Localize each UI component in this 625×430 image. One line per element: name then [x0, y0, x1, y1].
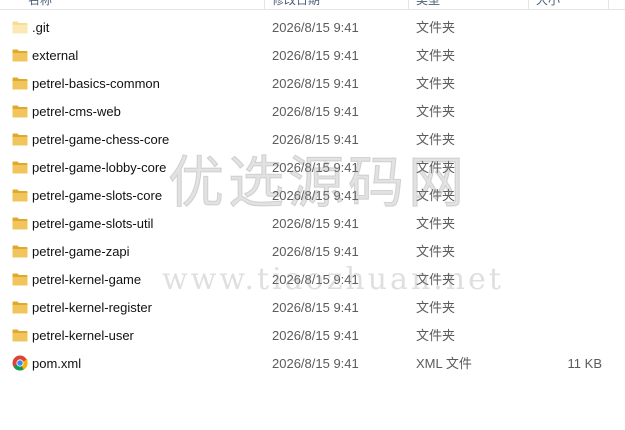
file-type: 文件夹: [416, 160, 456, 175]
file-date: 2026/8/15 9:41: [272, 272, 359, 287]
file-name: petrel-cms-web: [32, 104, 121, 119]
file-date: 2026/8/15 9:41: [272, 48, 359, 63]
column-type-header[interactable]: 类型: [410, 0, 440, 9]
folder-icon: [12, 189, 28, 202]
file-size: 11 KB: [567, 356, 602, 371]
file-row[interactable]: petrel-basics-common 2026/8/15 9:41 文件夹: [0, 70, 625, 98]
column-divider[interactable]: [528, 0, 529, 9]
folder-icon: [12, 49, 28, 62]
chrome-icon: [12, 355, 28, 371]
column-divider[interactable]: [608, 0, 609, 9]
file-row[interactable]: petrel-game-chess-core 2026/8/15 9:41 文件夹: [0, 126, 625, 154]
file-row[interactable]: petrel-game-lobby-core 2026/8/15 9:41 文件夹: [0, 154, 625, 182]
file-date: 2026/8/15 9:41: [272, 300, 359, 315]
file-row[interactable]: petrel-kernel-game 2026/8/15 9:41 文件夹: [0, 266, 625, 294]
file-name: .git: [32, 20, 50, 35]
folder-icon: [12, 245, 28, 258]
file-row[interactable]: petrel-kernel-user 2026/8/15 9:41 文件夹: [0, 322, 625, 350]
file-type: 文件夹: [416, 20, 456, 35]
file-type: 文件夹: [416, 132, 456, 147]
file-type: XML 文件: [416, 356, 472, 371]
file-type: 文件夹: [416, 244, 456, 259]
column-divider[interactable]: [264, 0, 265, 9]
file-name: petrel-kernel-register: [32, 300, 152, 315]
file-date: 2026/8/15 9:41: [272, 132, 359, 147]
column-name-header[interactable]: 名称: [22, 0, 52, 9]
file-list: .git 2026/8/15 9:41 文件夹 external 2026/8/15 9…: [0, 14, 625, 378]
folder-icon: [12, 301, 28, 314]
folder-icon: [12, 21, 28, 34]
file-row[interactable]: pom.xml 2026/8/15 9:41 XML 文件 11 KB: [0, 350, 625, 378]
file-date: 2026/8/15 9:41: [272, 76, 359, 91]
folder-icon: [12, 105, 28, 118]
file-row[interactable]: .git 2026/8/15 9:41 文件夹: [0, 14, 625, 42]
file-date: 2026/8/15 9:41: [272, 20, 359, 35]
folder-icon: [12, 77, 28, 90]
file-explorer-window: 名称 修改日期 类型 大小 .git 2026/8/15 9:41 文件夹 exter…: [0, 0, 625, 430]
file-type: 文件夹: [416, 48, 456, 63]
column-size-header[interactable]: 大小: [530, 0, 560, 9]
file-row[interactable]: petrel-kernel-register 2026/8/15 9:41 文件夹: [0, 294, 625, 322]
folder-icon: [12, 161, 28, 174]
file-type: 文件夹: [416, 216, 456, 231]
file-name: petrel-basics-common: [32, 76, 160, 91]
file-row[interactable]: petrel-game-zapi 2026/8/15 9:41 文件夹: [0, 238, 625, 266]
file-date: 2026/8/15 9:41: [272, 188, 359, 203]
file-date: 2026/8/15 9:41: [272, 356, 359, 371]
file-name: petrel-game-slots-core: [32, 188, 163, 203]
file-row[interactable]: petrel-game-slots-util 2026/8/15 9:41 文件夹: [0, 210, 625, 238]
file-name: petrel-kernel-game: [32, 272, 142, 287]
folder-icon: [12, 217, 28, 230]
column-header: 名称 修改日期 类型 大小: [0, 0, 625, 10]
folder-icon: [12, 133, 28, 146]
file-date: 2026/8/15 9:41: [272, 216, 359, 231]
file-name: petrel-game-zapi: [32, 244, 130, 259]
folder-icon: [12, 273, 28, 286]
file-type: 文件夹: [416, 300, 456, 315]
column-date-header[interactable]: 修改日期: [266, 0, 320, 9]
file-date: 2026/8/15 9:41: [272, 328, 359, 343]
file-name: external: [32, 48, 79, 63]
file-type: 文件夹: [416, 272, 456, 287]
file-type: 文件夹: [416, 328, 456, 343]
column-divider[interactable]: [408, 0, 409, 9]
folder-icon: [12, 329, 28, 342]
file-name: pom.xml: [32, 356, 82, 371]
file-type: 文件夹: [416, 188, 456, 203]
file-row[interactable]: external 2026/8/15 9:41 文件夹: [0, 42, 625, 70]
file-name: petrel-game-slots-util: [32, 216, 154, 231]
file-type: 文件夹: [416, 76, 456, 91]
file-date: 2026/8/15 9:41: [272, 244, 359, 259]
file-name: petrel-game-chess-core: [32, 132, 170, 147]
file-date: 2026/8/15 9:41: [272, 104, 359, 119]
file-name: petrel-game-lobby-core: [32, 160, 167, 175]
file-name: petrel-kernel-user: [32, 328, 134, 343]
file-row[interactable]: petrel-game-slots-core 2026/8/15 9:41 文件夹: [0, 182, 625, 210]
file-row[interactable]: petrel-cms-web 2026/8/15 9:41 文件夹: [0, 98, 625, 126]
file-date: 2026/8/15 9:41: [272, 160, 359, 175]
file-type: 文件夹: [416, 104, 456, 119]
